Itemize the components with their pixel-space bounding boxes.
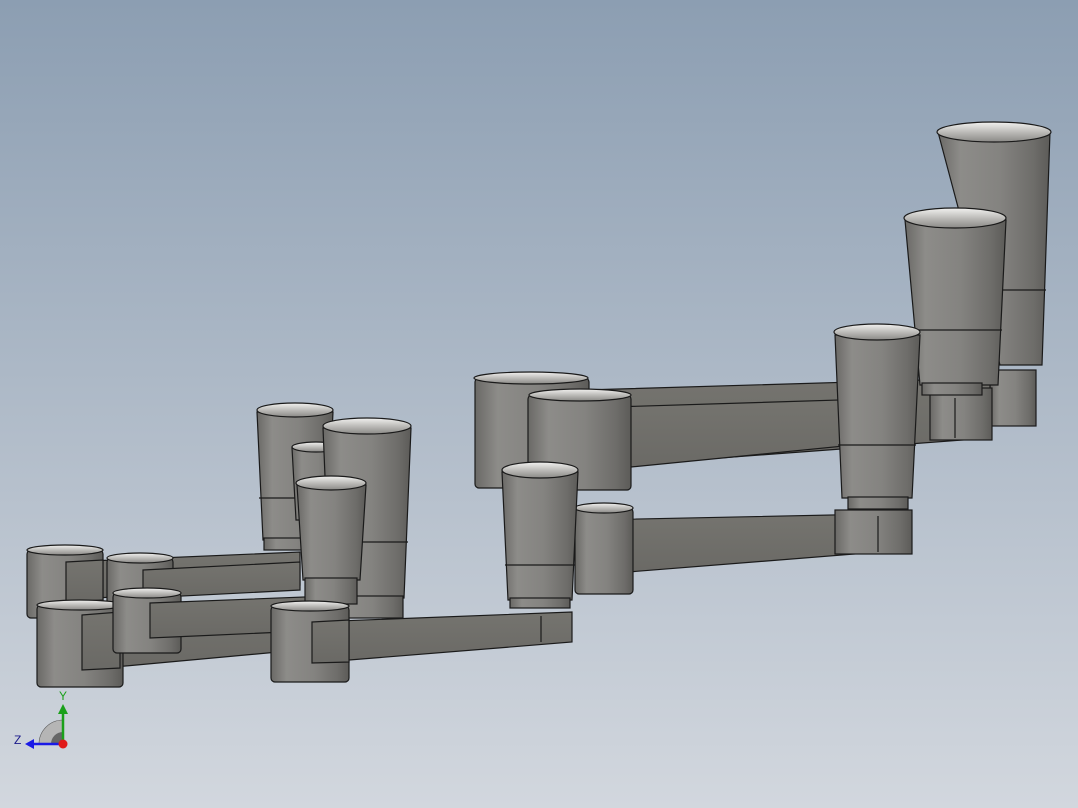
- z-axis-label: Z: [14, 733, 21, 747]
- model-view[interactable]: Y Z: [0, 0, 1078, 808]
- y-axis-label: Y: [59, 689, 67, 703]
- x-axis-dot-icon: [58, 739, 68, 749]
- cad-graphics-viewport[interactable]: Y Z: [0, 0, 1078, 808]
